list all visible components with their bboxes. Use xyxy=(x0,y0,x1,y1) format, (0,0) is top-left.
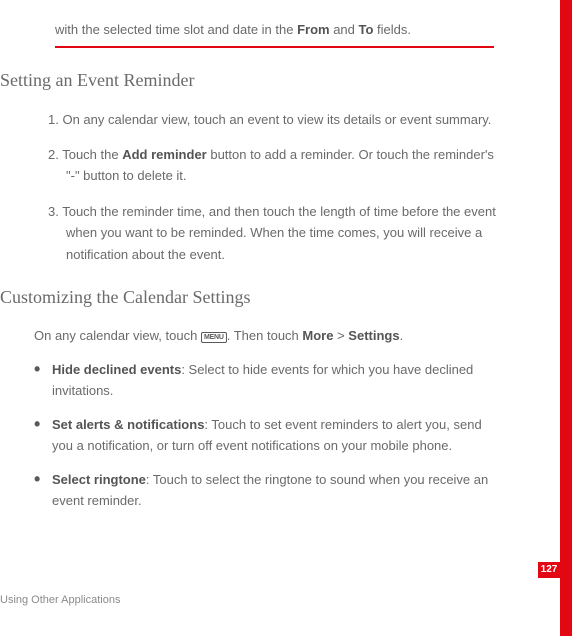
bold-to: To xyxy=(359,22,374,37)
step-1: 1. On any calendar view, touch an event … xyxy=(34,109,496,130)
text: . xyxy=(400,328,404,343)
step-2: 2. Touch the Add reminder button to add … xyxy=(34,144,496,187)
text: . Then touch xyxy=(227,328,303,343)
bold-set-alerts: Set alerts & notifications xyxy=(52,417,204,432)
bold-hide-declined: Hide declined events xyxy=(52,362,181,377)
bold-select-ringtone: Select ringtone xyxy=(52,472,146,487)
divider xyxy=(55,46,494,48)
intro-text: with the selected time slot and date in … xyxy=(55,20,532,40)
edge-tab xyxy=(560,0,572,636)
settings-instruction: On any calendar view, touch MENU. Then t… xyxy=(34,326,496,347)
section-heading-settings: Customizing the Calendar Settings xyxy=(0,287,532,308)
text: and xyxy=(330,22,359,37)
page-number: 127 xyxy=(538,562,560,578)
bullet-hide-declined: Hide declined events: Select to hide eve… xyxy=(34,359,496,402)
bullet-set-alerts: Set alerts & notifications: Touch to set… xyxy=(34,414,496,457)
footer-text: Using Other Applications xyxy=(0,594,120,606)
section-heading-reminder: Setting an Event Reminder xyxy=(0,70,532,91)
bullet-select-ringtone: Select ringtone: Touch to select the rin… xyxy=(34,469,496,512)
bold-from: From xyxy=(297,22,330,37)
bold-settings: Settings xyxy=(348,328,399,343)
text: fields. xyxy=(373,22,411,37)
text: with the selected time slot and date in … xyxy=(55,22,297,37)
text: On any calendar view, touch xyxy=(34,328,201,343)
text: > xyxy=(333,328,348,343)
bold-add-reminder: Add reminder xyxy=(122,147,207,162)
bold-more: More xyxy=(302,328,333,343)
text: 2. Touch the xyxy=(48,147,122,162)
menu-icon: MENU xyxy=(201,332,227,343)
step-3: 3. Touch the reminder time, and then tou… xyxy=(34,201,496,265)
page-content: with the selected time slot and date in … xyxy=(0,0,572,544)
